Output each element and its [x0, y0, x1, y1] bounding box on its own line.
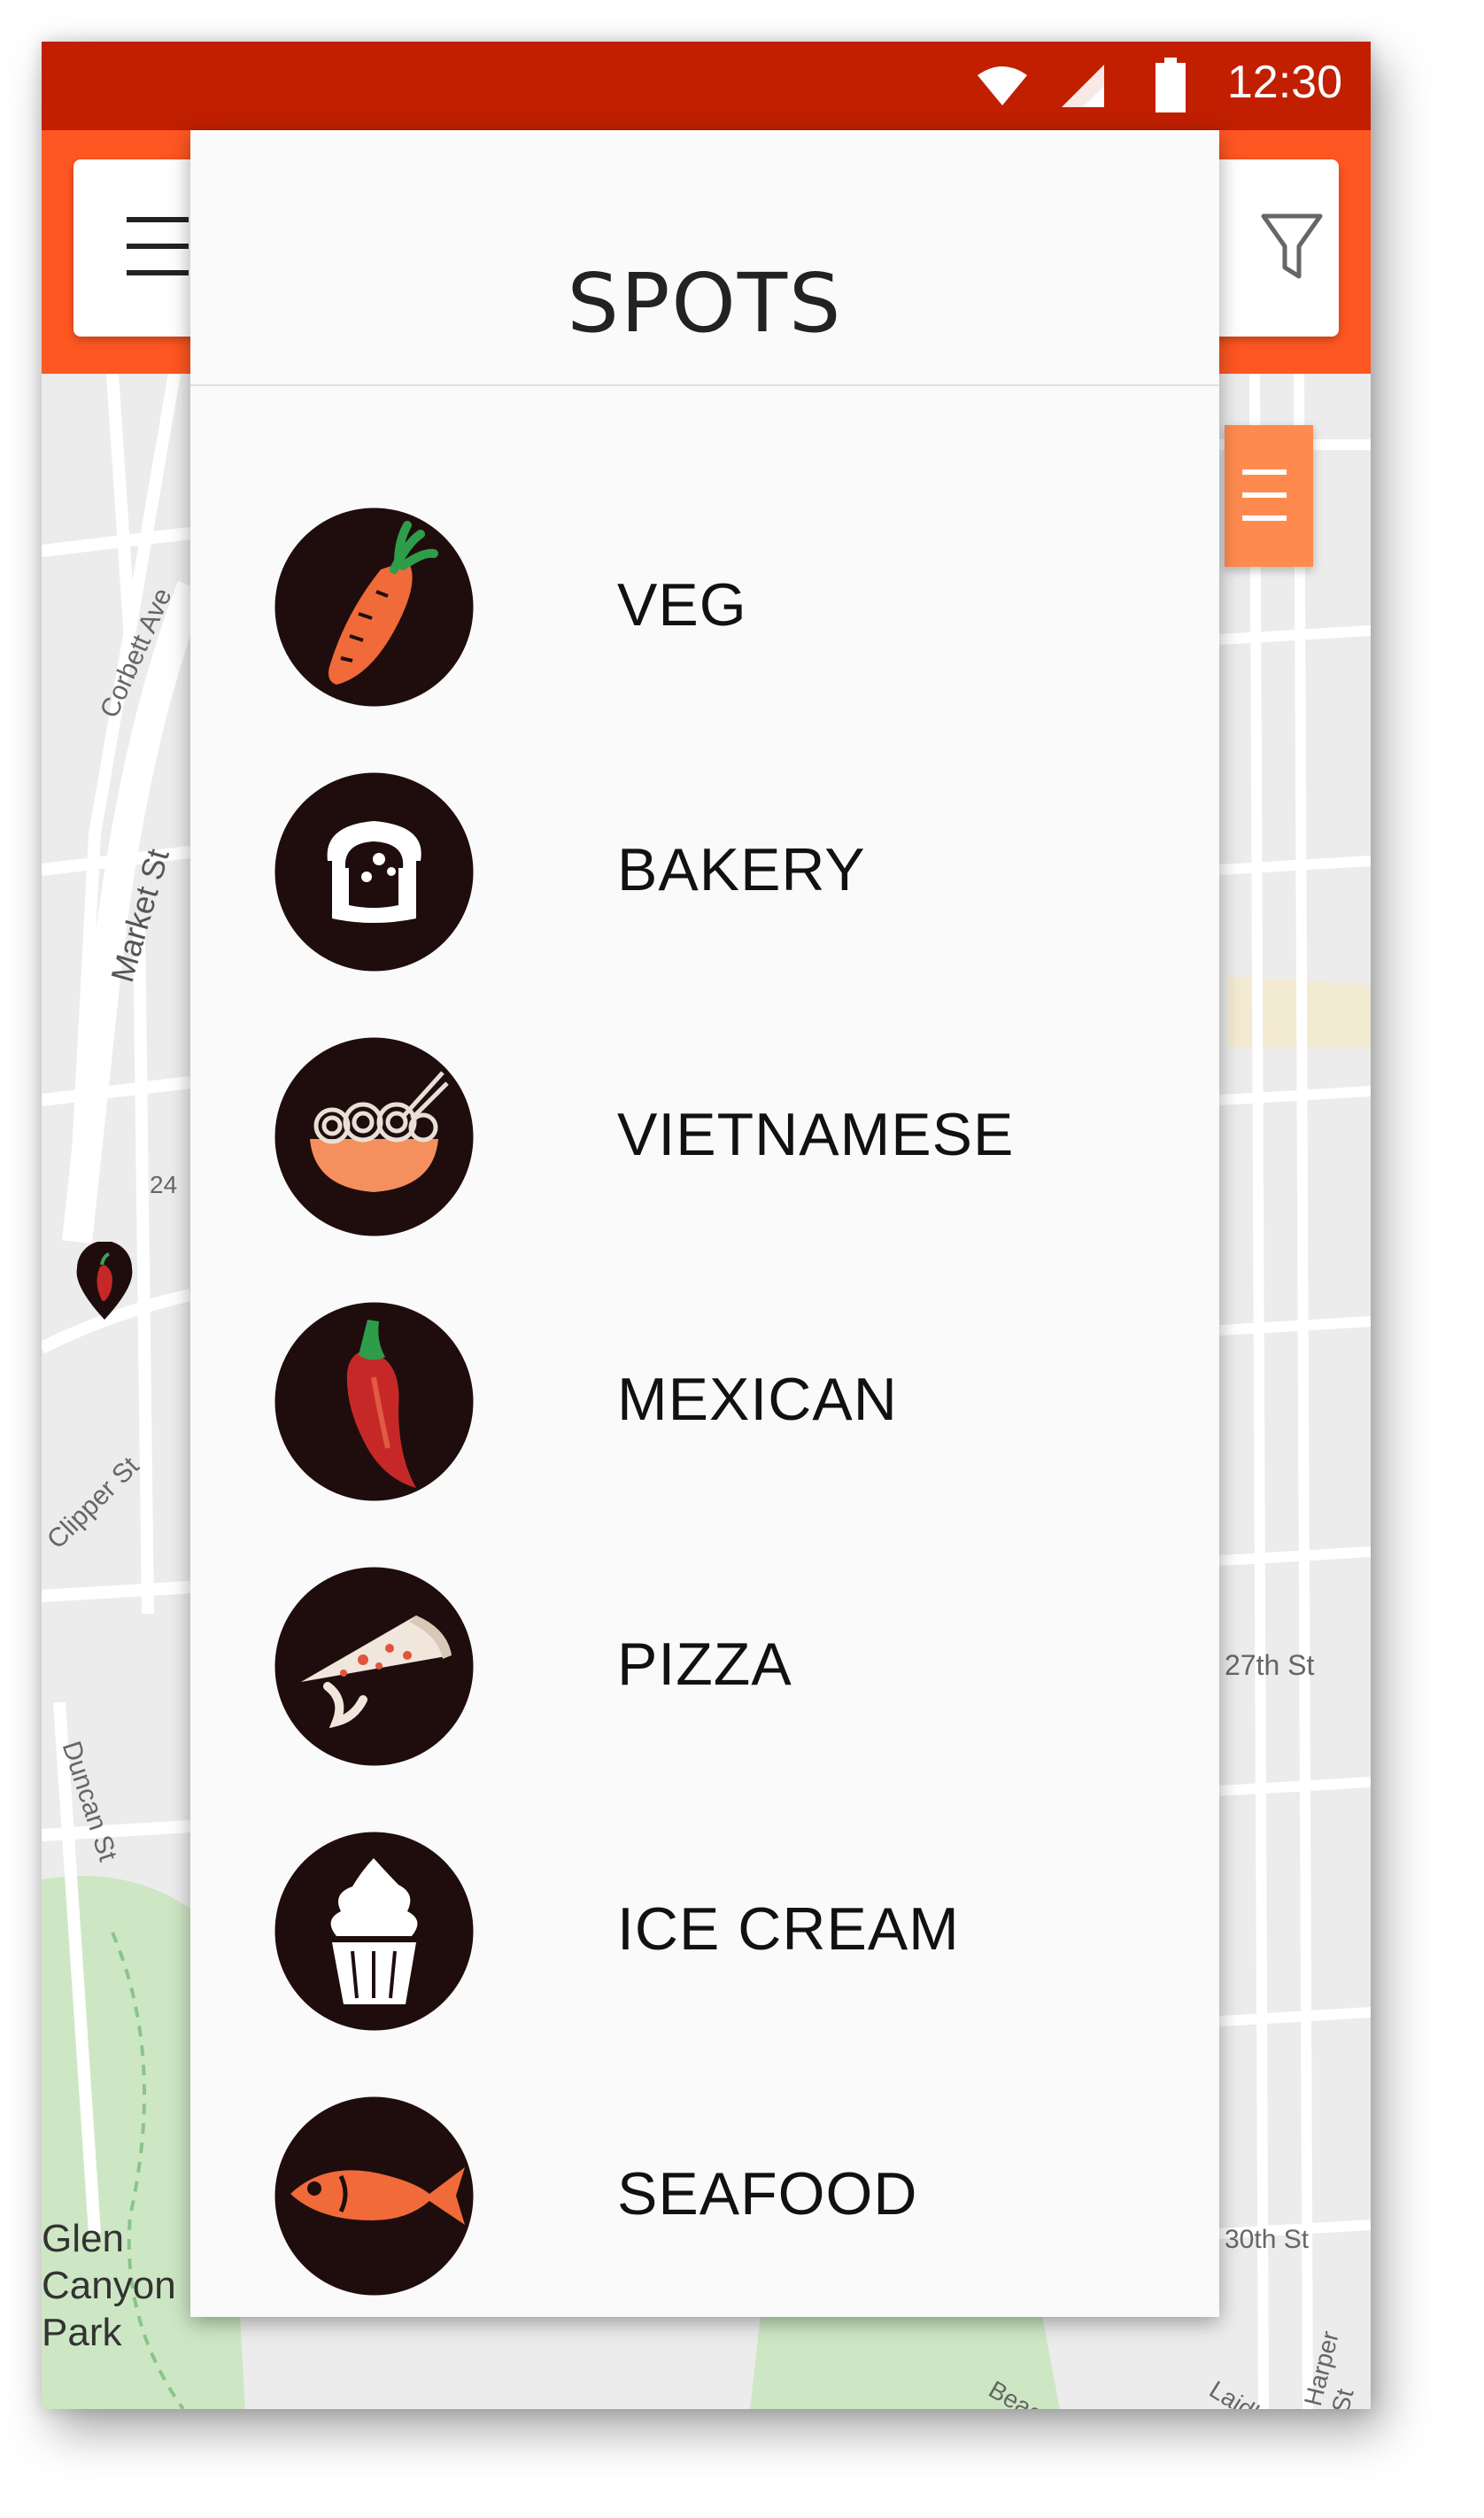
divider	[190, 384, 1219, 386]
street-label: Glen Canyon Park	[42, 2217, 176, 2354]
spot-item-ice-cream[interactable]: ICE CREAM	[190, 1799, 1219, 2064]
bread-icon	[274, 772, 474, 972]
carrot-icon	[274, 507, 474, 707]
panel-title: SPOTS	[567, 256, 843, 351]
spot-label: SEAFOOD	[617, 2160, 918, 2227]
street-label: 27th St	[1225, 1649, 1315, 1681]
street-label: 24	[150, 1171, 178, 1198]
wifi-icon	[978, 66, 1027, 105]
spot-item-mexican[interactable]: MEXICAN	[190, 1269, 1219, 1534]
spot-label: PIZZA	[617, 1631, 792, 1698]
spot-label: BAKERY	[617, 836, 866, 903]
list-view-button[interactable]	[1225, 425, 1313, 567]
spot-label: VEG	[617, 571, 747, 639]
status-time: 12:30	[1226, 57, 1342, 108]
battery-icon	[1156, 58, 1186, 112]
cell-signal-icon	[1062, 65, 1104, 107]
phone-screen: 12:30 Corbett Ave Market St Clipper St D…	[42, 42, 1371, 2409]
pizza-slice-icon	[274, 1567, 474, 1766]
spot-item-bakery[interactable]: BAKERY	[190, 740, 1219, 1004]
chili-marker-icon[interactable]	[73, 1242, 135, 1321]
chili-pepper-icon	[274, 1302, 474, 1501]
list-icon	[1242, 469, 1287, 521]
noodle-bowl-icon	[274, 1037, 474, 1236]
spot-item-vietnamese[interactable]: VIETNAMESE	[190, 1004, 1219, 1269]
fish-icon	[274, 2096, 474, 2296]
spot-item-pizza[interactable]: PIZZA	[190, 1534, 1219, 1799]
spot-item-seafood[interactable]: SEAFOOD	[190, 2064, 1219, 2328]
spot-label: ICE CREAM	[617, 1895, 960, 1963]
spots-panel: SPOTS VEG BAKERY VIETNAMESE MEXICAN PIZZ…	[190, 130, 1219, 2317]
status-bar: 12:30	[42, 42, 1371, 130]
spot-item-veg[interactable]: VEG	[190, 475, 1219, 740]
menu-icon[interactable]	[127, 217, 189, 275]
filter-icon[interactable]	[1260, 213, 1324, 283]
spot-label: MEXICAN	[617, 1366, 898, 1433]
ice-cream-icon	[274, 1832, 474, 2031]
spot-label: VIETNAMESE	[617, 1101, 1015, 1168]
street-label: 30th St	[1225, 2225, 1310, 2254]
